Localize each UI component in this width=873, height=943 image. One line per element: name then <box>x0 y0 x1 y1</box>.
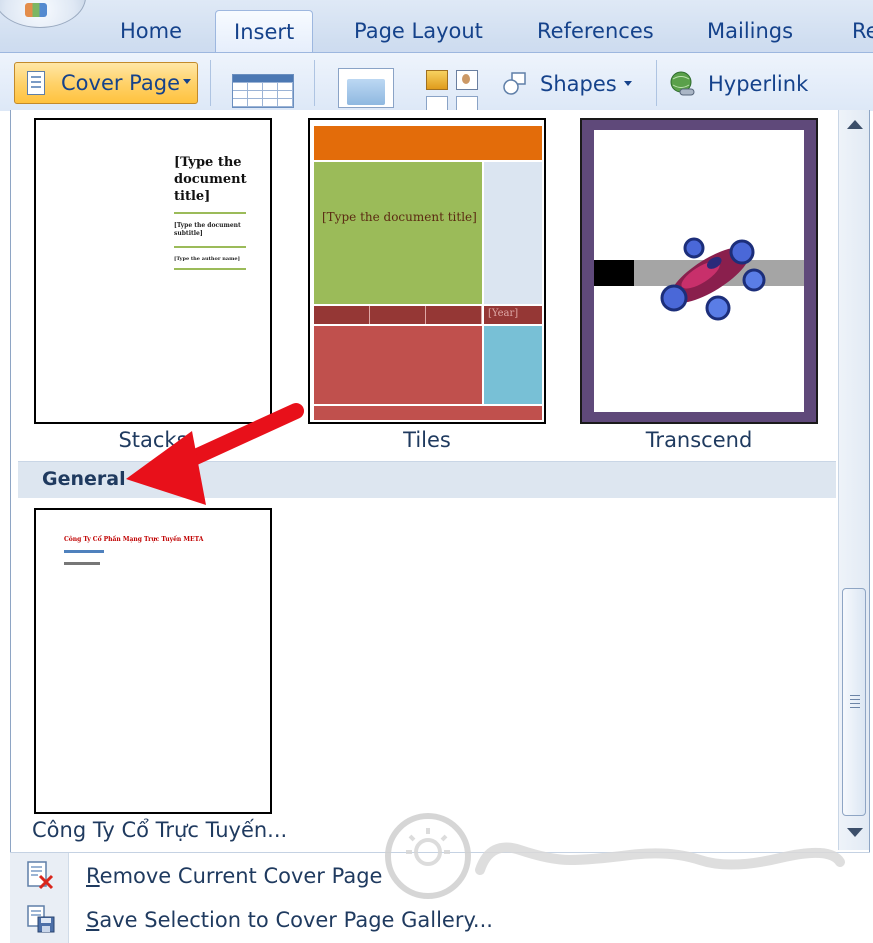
accelerator-letter: R <box>86 864 100 888</box>
tiles-title-placeholder: [Type the document title] <box>322 210 477 224</box>
ribbon-separator <box>314 60 315 106</box>
accelerator-letter: S <box>86 908 100 932</box>
cover-thumb-general-custom[interactable]: Công Ty Cổ Phần Mạng Trực Tuyến META <box>34 508 272 814</box>
general-email-line <box>64 562 100 565</box>
general-phone-line <box>64 550 104 553</box>
tiles-dark-red-band <box>314 306 482 324</box>
cover-page-icon <box>27 71 45 95</box>
globe-link-icon <box>670 71 695 96</box>
office-logo-icon <box>25 3 47 17</box>
tiles-red-tile <box>314 326 482 404</box>
divider <box>174 268 246 270</box>
save-selection-icon <box>27 905 55 933</box>
hyperlink-label: Hyperlink <box>708 72 809 96</box>
cover-thumb-stacks[interactable]: [Type the document title] [Type the docu… <box>34 118 272 424</box>
menu-item-label: emove Current Cover Page <box>99 864 383 888</box>
grip-icon <box>850 695 860 696</box>
thumb-label-tiles: Tiles <box>403 428 451 452</box>
tiles-header-band <box>314 126 542 160</box>
gallery-scrollbar[interactable] <box>838 110 869 850</box>
tiles-year-tile: [Year] <box>484 306 542 324</box>
shapes-label: Shapes <box>540 72 617 96</box>
tab-page-layout[interactable]: Page Layout <box>354 10 483 52</box>
save-selection-to-gallery[interactable]: Save Selection to Cover Page Gallery... <box>86 908 493 932</box>
menu-item-label: ave Selection to Cover Page Gallery... <box>99 908 493 932</box>
remove-cover-page-icon <box>27 861 54 890</box>
scroll-thumb[interactable] <box>842 588 866 816</box>
stacks-subtitle-placeholder: [Type the document subtitle] <box>174 222 241 237</box>
watermark-logo <box>385 813 845 899</box>
tab-home[interactable]: Home <box>120 10 182 52</box>
shapes-icon <box>503 72 526 95</box>
ribbon-separator <box>210 60 211 106</box>
tiles-footer-band <box>314 406 542 420</box>
picture-icon[interactable] <box>338 68 394 108</box>
thumb-label-transcend: Transcend <box>645 428 753 452</box>
cover-thumb-transcend[interactable] <box>580 118 818 424</box>
remove-current-cover-page[interactable]: Remove Current Cover Page <box>86 864 382 888</box>
cover-page-label: Cover Page <box>61 71 181 95</box>
cover-thumb-tiles[interactable]: [Type the document title] [Year] <box>308 118 546 424</box>
race-car-image <box>660 237 766 321</box>
divider <box>174 212 246 214</box>
ribbon-separator <box>656 60 657 106</box>
stacks-title-placeholder: [Type the document title] <box>174 155 247 204</box>
stacks-author-placeholder: [Type the author name] <box>174 256 240 262</box>
tab-insert[interactable]: Insert <box>215 10 314 52</box>
smartart-icon[interactable] <box>456 70 478 90</box>
tiles-year-placeholder: [Year] <box>488 308 519 319</box>
transcend-page <box>594 130 804 412</box>
table-icon[interactable] <box>232 74 294 108</box>
red-annotation-arrow <box>126 403 304 505</box>
divider <box>174 246 246 248</box>
clip-art-icon[interactable] <box>426 70 448 90</box>
tiles-title-tile: [Type the document title] <box>314 162 482 304</box>
scroll-up-arrow-icon[interactable] <box>847 120 863 129</box>
tiles-blue-tile <box>484 162 542 304</box>
general-company-line: Công Ty Cổ Phần Mạng Trực Tuyến META <box>64 536 204 543</box>
thumb-label-general: Công Ty Cổ Trực Tuyến... <box>32 818 288 842</box>
tab-mailings[interactable]: Mailings <box>707 10 793 52</box>
chevron-down-icon <box>624 81 632 86</box>
chevron-down-icon <box>183 79 191 84</box>
transcend-company-block <box>594 260 634 286</box>
tiles-cyan-tile <box>484 326 542 404</box>
tab-review[interactable]: Re <box>852 10 873 52</box>
section-general-label: General <box>42 468 126 490</box>
tab-references[interactable]: References <box>537 10 654 52</box>
cover-page-button[interactable]: Cover Page <box>14 62 198 104</box>
